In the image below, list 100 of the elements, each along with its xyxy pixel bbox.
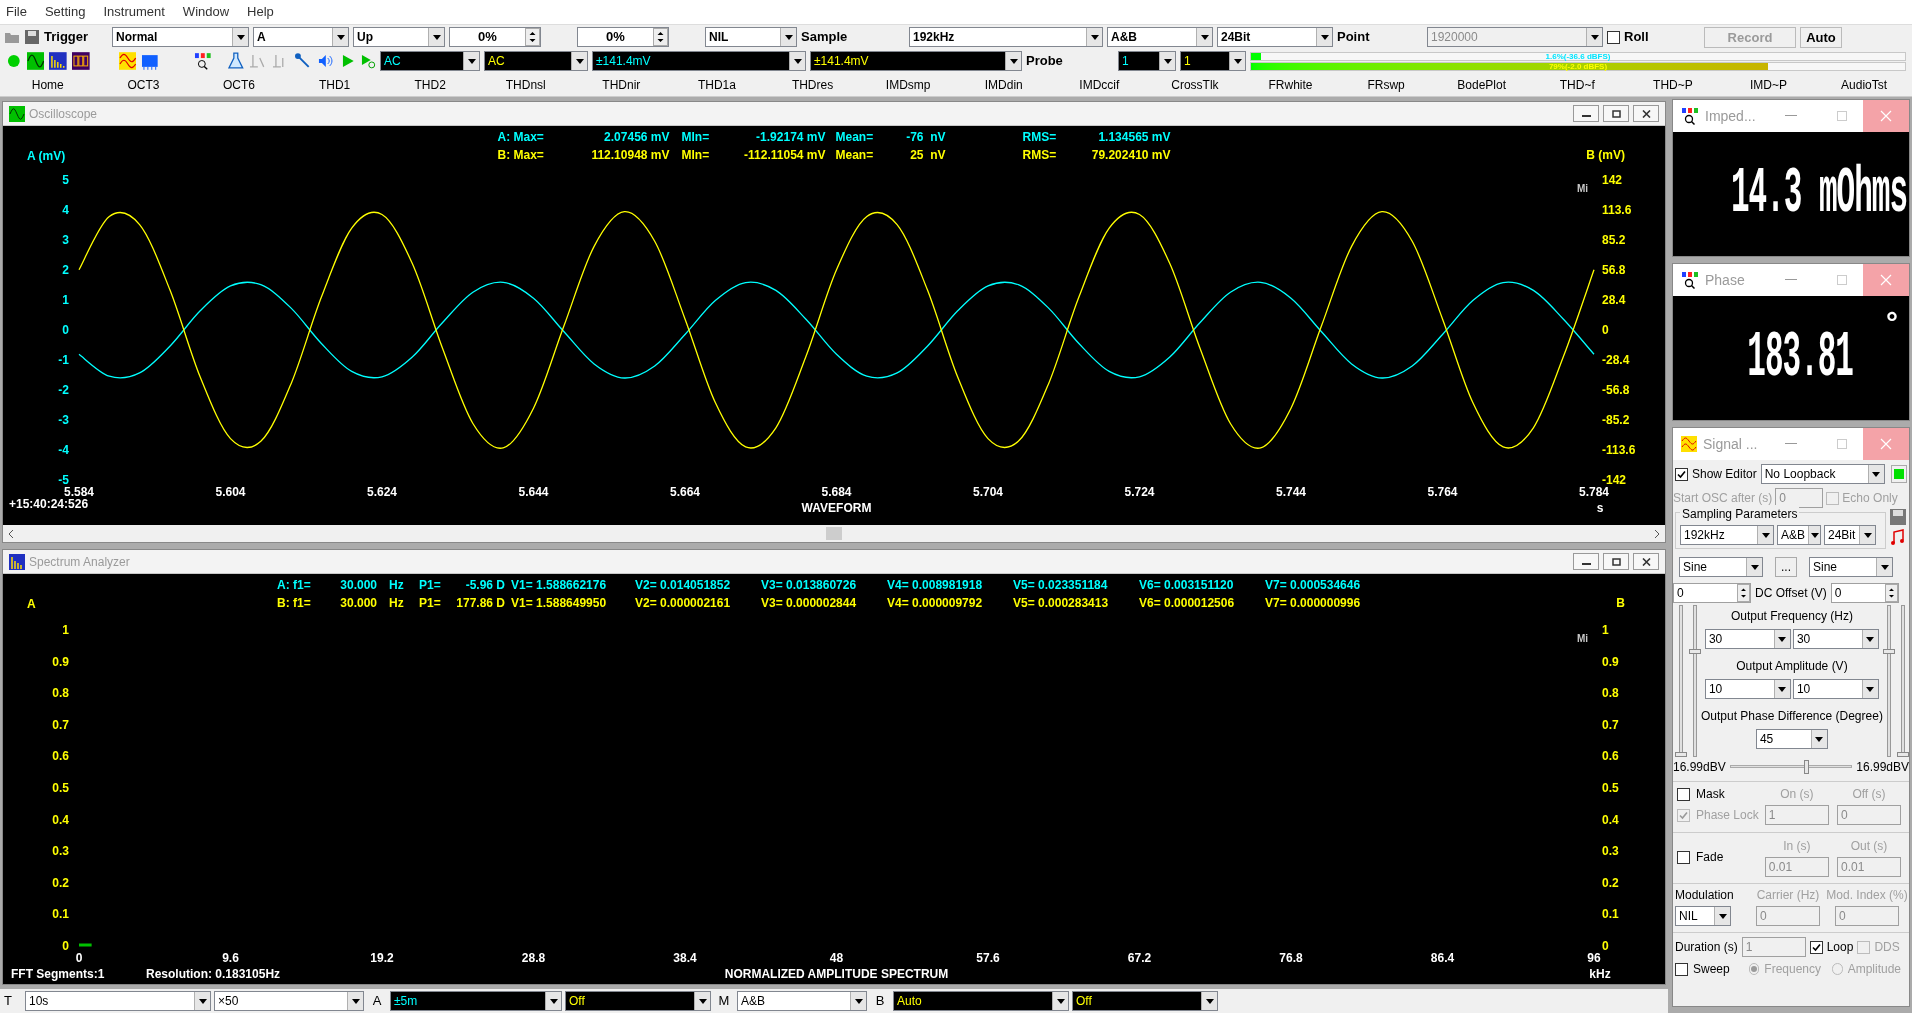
dropdown[interactable]: A&B: [737, 991, 867, 1011]
dropdown[interactable]: Normal: [112, 27, 249, 47]
dropdown[interactable]: Off: [1072, 991, 1218, 1011]
tab[interactable]: FRwhite: [1242, 76, 1339, 96]
dropdown[interactable]: 30: [1792, 629, 1879, 649]
dropdown[interactable]: AC: [484, 51, 588, 71]
dropdown[interactable]: ×50: [214, 991, 364, 1011]
dropdown[interactable]: 1: [1180, 51, 1246, 71]
flask-icon[interactable]: [226, 52, 245, 70]
menu-item[interactable]: Setting: [44, 2, 86, 22]
dropdown[interactable]: 24Bit: [1824, 525, 1876, 545]
dropdown[interactable]: 10s: [25, 991, 211, 1011]
slider-track[interactable]: [1689, 605, 1701, 757]
dropdown[interactable]: 30: [1704, 629, 1791, 649]
slider-thumb[interactable]: [1675, 752, 1687, 757]
dropdown[interactable]: 10: [1792, 679, 1879, 699]
spinner-icon[interactable]: [653, 28, 668, 46]
dropdown[interactable]: A&B: [1777, 525, 1821, 545]
spin-field[interactable]: 0: [1673, 583, 1751, 603]
tab[interactable]: IMDdin: [955, 76, 1052, 96]
checkbox[interactable]: [1809, 940, 1823, 954]
minimize-button[interactable]: [1573, 105, 1599, 122]
dropdown[interactable]: No Loopback: [1760, 464, 1885, 484]
tab[interactable]: OCT6: [191, 76, 287, 96]
checkbox[interactable]: [1677, 850, 1690, 864]
speaker-icon[interactable]: [317, 52, 335, 70]
maximize-icon[interactable]: [1837, 439, 1847, 449]
spin-field[interactable]: 0: [1830, 583, 1899, 603]
auto-button[interactable]: Auto: [1800, 26, 1842, 48]
menu-item[interactable]: Help: [247, 2, 274, 22]
save-icon[interactable]: [24, 29, 40, 45]
scroll-right-icon[interactable]: [1653, 529, 1661, 538]
checkbox[interactable]: [1677, 787, 1690, 801]
marker-icon[interactable]: [249, 52, 267, 70]
maximize-icon[interactable]: [1837, 111, 1847, 121]
magnifier-icon[interactable]: [193, 52, 212, 70]
scrollbar-thumb[interactable]: [826, 527, 842, 540]
tab[interactable]: THDnsl: [477, 76, 574, 96]
maximize-icon[interactable]: [1837, 275, 1847, 285]
slider-track[interactable]: [1882, 605, 1895, 757]
status-button[interactable]: [1890, 465, 1907, 483]
tab[interactable]: THD~f: [1529, 76, 1626, 96]
spinner-icon[interactable]: [1737, 584, 1750, 602]
dropdown[interactable]: 192kHz: [909, 27, 1103, 47]
tab[interactable]: THD1: [286, 76, 383, 96]
dropdown[interactable]: 192kHz: [1680, 525, 1774, 545]
more-button[interactable]: ...: [1775, 557, 1797, 577]
tab[interactable]: IMDsmp: [860, 76, 956, 96]
checkbox[interactable]: [1675, 962, 1688, 976]
circle-icon[interactable]: [6, 53, 22, 69]
minimize-icon[interactable]: [1785, 443, 1797, 445]
tab[interactable]: AudioTst: [1816, 76, 1912, 96]
slider-track[interactable]: [1896, 605, 1909, 757]
dropdown[interactable]: Sine: [1679, 557, 1763, 577]
tab[interactable]: OCT3: [95, 76, 192, 96]
slider-thumb[interactable]: [1896, 752, 1909, 757]
tab[interactable]: IMDccif: [1051, 76, 1148, 96]
dropdown[interactable]: 10: [1704, 679, 1791, 699]
spin-field[interactable]: 0%: [449, 27, 541, 47]
dropdown[interactable]: Up: [353, 27, 445, 47]
menu-item[interactable]: Window: [182, 2, 230, 22]
minimize-icon[interactable]: [1785, 279, 1797, 281]
tab[interactable]: IMD~P: [1720, 76, 1817, 96]
restore-button[interactable]: [1603, 105, 1629, 122]
tab[interactable]: FRswp: [1338, 76, 1434, 96]
minimize-icon[interactable]: [1785, 115, 1797, 117]
close-button[interactable]: [1633, 553, 1659, 570]
tab[interactable]: THD1a: [669, 76, 765, 96]
waveform-icon[interactable]: [26, 52, 45, 70]
spinner-icon[interactable]: [1884, 584, 1898, 602]
dropdown[interactable]: Sine: [1809, 557, 1893, 577]
dropdown[interactable]: AC: [380, 51, 480, 71]
music-note-icon[interactable]: [1889, 528, 1907, 546]
dropdown[interactable]: A&B: [1107, 27, 1213, 47]
dropdown[interactable]: NIL: [1675, 906, 1731, 926]
dropdown[interactable]: NIL: [705, 27, 797, 47]
menu-item[interactable]: Instrument: [103, 2, 165, 22]
scroll-left-icon[interactable]: [7, 529, 15, 538]
checkbox[interactable]: [1607, 30, 1620, 44]
slider-track[interactable]: [1675, 605, 1687, 757]
dropdown[interactable]: 45: [1755, 729, 1828, 749]
tab[interactable]: THD~P: [1625, 76, 1721, 96]
bar-chart-icon[interactable]: [49, 52, 67, 70]
slider-thumb[interactable]: [1882, 649, 1895, 655]
menu-item[interactable]: File: [6, 2, 27, 22]
spin-field[interactable]: 0%: [577, 27, 669, 47]
slider-thumb[interactable]: [1803, 760, 1809, 774]
minimize-button[interactable]: [1573, 553, 1599, 570]
close-button[interactable]: [1633, 105, 1659, 122]
slider-track[interactable]: [1729, 760, 1853, 774]
save-icon[interactable]: [1889, 508, 1907, 526]
tab[interactable]: BodePlot: [1433, 76, 1530, 96]
tab[interactable]: THDnir: [573, 76, 670, 96]
tab[interactable]: CrossTlk: [1147, 76, 1243, 96]
tab[interactable]: Home: [0, 76, 96, 96]
checkbox[interactable]: [1675, 467, 1688, 481]
spinner-icon[interactable]: [525, 28, 540, 46]
play-record-icon[interactable]: [360, 53, 377, 69]
dropdown[interactable]: Auto: [893, 991, 1069, 1011]
restore-button[interactable]: [1603, 553, 1629, 570]
